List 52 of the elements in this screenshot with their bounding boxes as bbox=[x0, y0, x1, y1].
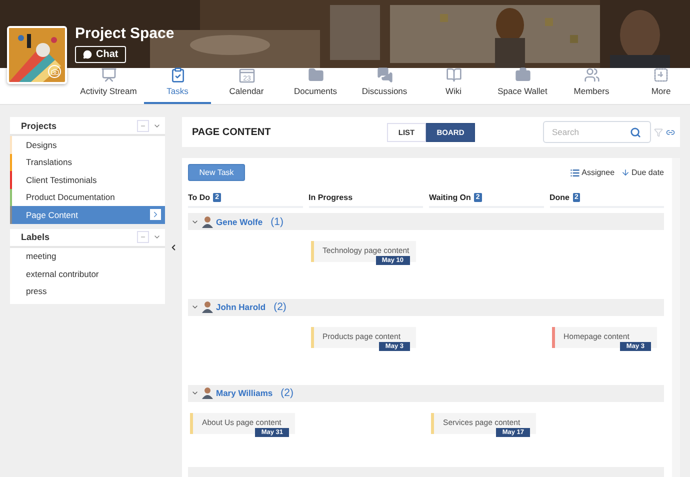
minus-icon bbox=[140, 234, 146, 240]
project-item[interactable]: Page Content bbox=[10, 206, 165, 224]
book-icon bbox=[446, 67, 462, 83]
nav-tab[interactable]: Activity Stream bbox=[75, 68, 142, 104]
task-count: (1) bbox=[270, 216, 284, 228]
collapse-icon[interactable] bbox=[169, 243, 178, 252]
assignee-row[interactable]: Gene Wolfe (1) bbox=[188, 213, 664, 230]
clipboard-icon bbox=[170, 67, 186, 83]
chevron-right-icon[interactable] bbox=[150, 209, 161, 220]
camera-icon[interactable] bbox=[48, 65, 61, 78]
folder-icon bbox=[308, 67, 324, 83]
nav-tab[interactable]: Discussions bbox=[351, 68, 418, 104]
nav-tab[interactable]: Wiki bbox=[420, 68, 487, 104]
person-icon bbox=[202, 387, 213, 400]
label-item[interactable]: press bbox=[10, 282, 165, 300]
members-icon bbox=[584, 67, 600, 83]
search-field[interactable]: Search bbox=[543, 121, 651, 143]
nav-tab[interactable]: Space Wallet bbox=[489, 68, 556, 104]
assignee-name[interactable]: Gene Wolfe bbox=[216, 216, 263, 227]
board-title: PAGE CONTENT bbox=[192, 126, 272, 138]
task-count: (2) bbox=[274, 301, 286, 314]
section-title: Projects bbox=[21, 120, 58, 130]
sort-link[interactable]: Due date bbox=[614, 168, 664, 178]
chat-icon bbox=[376, 67, 392, 83]
list-icon bbox=[570, 168, 580, 178]
briefcase-icon bbox=[514, 67, 530, 83]
presentation-icon bbox=[100, 67, 116, 83]
group-by-link[interactable]: Assignee bbox=[564, 168, 615, 178]
column-title: Waiting On bbox=[429, 192, 471, 202]
assignee-name[interactable]: Mary Williams bbox=[216, 388, 273, 398]
chevron-down-icon[interactable] bbox=[153, 233, 161, 241]
nav-tab[interactable]: More bbox=[632, 68, 690, 104]
add-icon bbox=[653, 67, 669, 83]
label-item[interactable]: external contributor bbox=[10, 265, 165, 282]
column-title: In Progress bbox=[308, 192, 353, 202]
person-icon bbox=[202, 301, 213, 314]
task-count: (2) bbox=[280, 387, 294, 400]
nav-tab[interactable]: Members bbox=[558, 68, 625, 104]
assignee-row[interactable]: John Harold (2) bbox=[188, 298, 664, 316]
label-item[interactable]: meeting bbox=[10, 248, 165, 265]
minus-icon bbox=[140, 122, 146, 128]
nav-tab[interactable]: Documents bbox=[282, 68, 349, 104]
column-title: Done bbox=[550, 192, 570, 202]
assignee-row[interactable]: Mary Williams (2) bbox=[188, 384, 664, 402]
arrow-down-icon bbox=[620, 168, 630, 178]
section-title: Labels bbox=[21, 232, 51, 242]
search-icon[interactable] bbox=[630, 126, 641, 138]
person-icon bbox=[202, 216, 213, 228]
link-icon[interactable] bbox=[666, 128, 675, 136]
assignee-name[interactable]: John Harold bbox=[216, 302, 266, 312]
column-title: To Do bbox=[188, 192, 210, 202]
nav-tab[interactable]: Tasks bbox=[144, 68, 211, 104]
